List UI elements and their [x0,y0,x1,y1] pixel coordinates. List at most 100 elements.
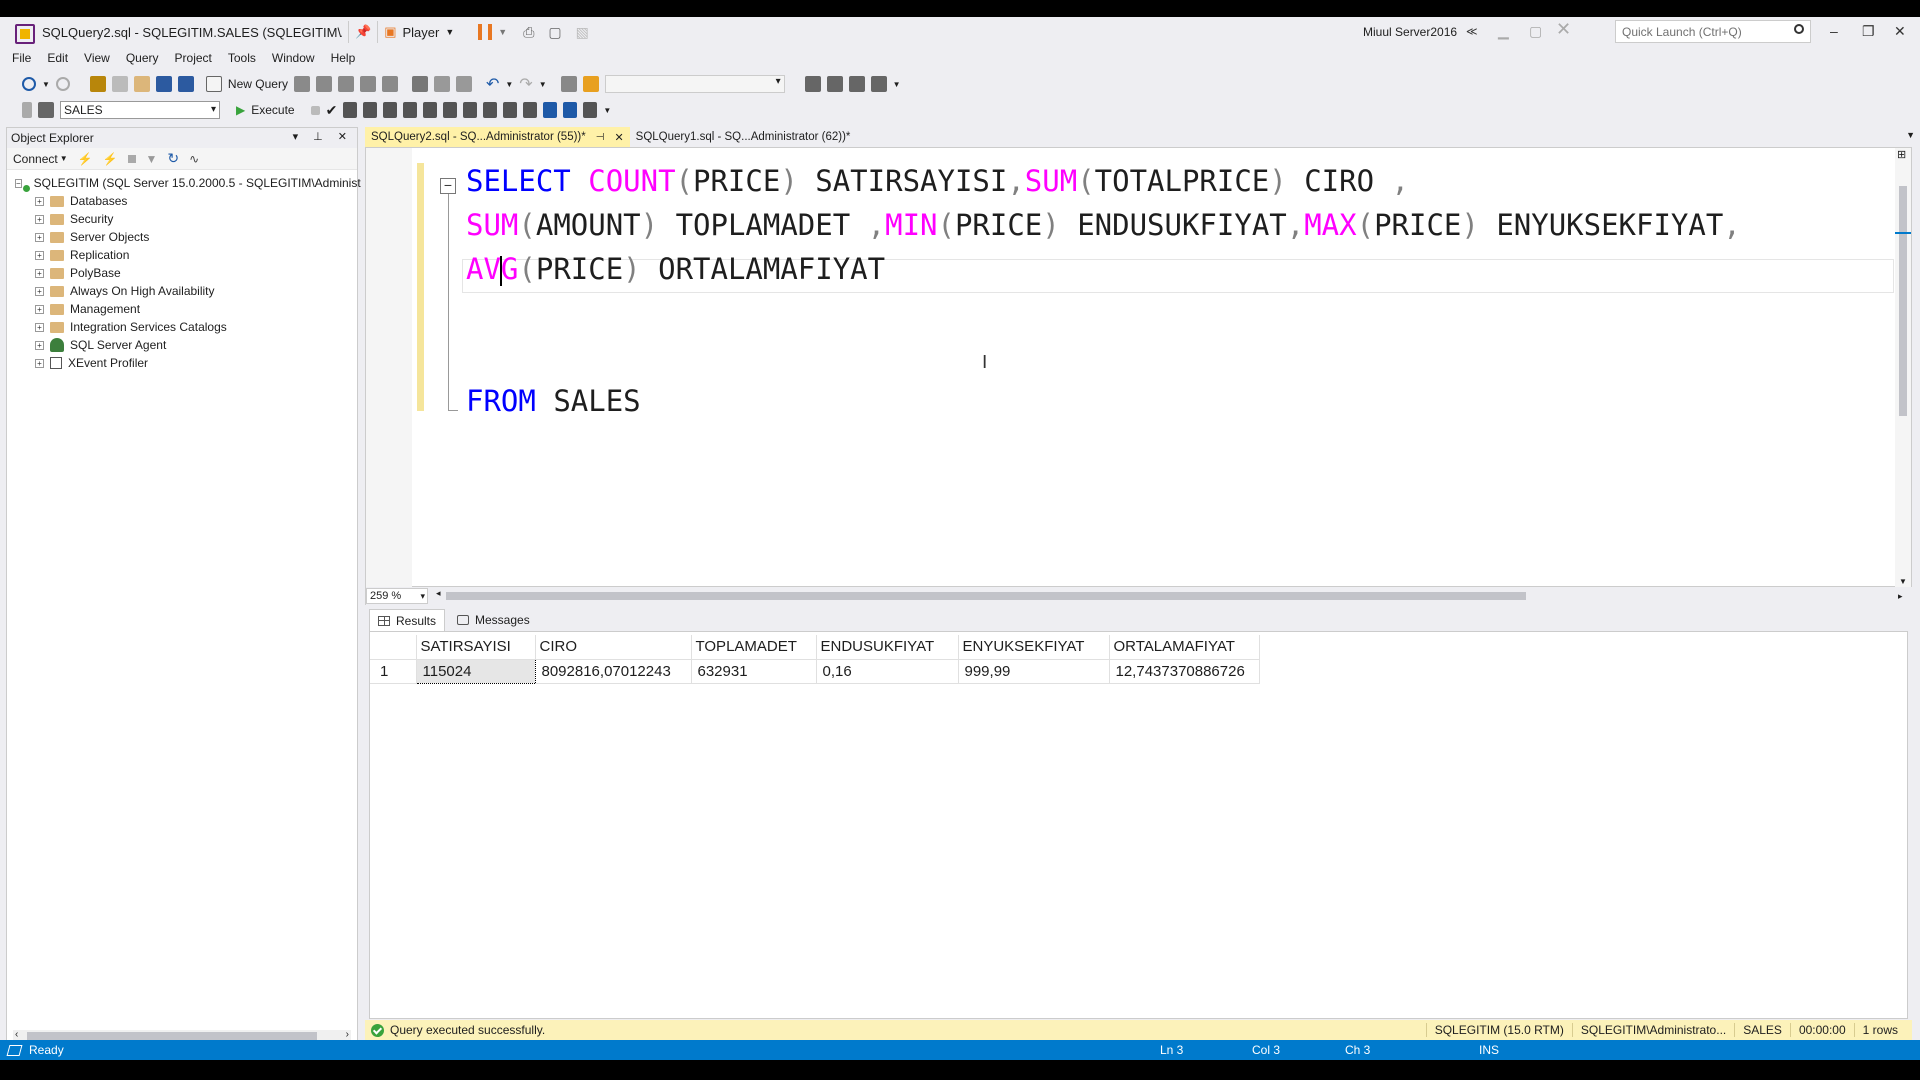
uncomment-icon[interactable] [523,102,538,118]
vm-maximize-icon[interactable]: ▢ [1529,23,1542,40]
stop-icon[interactable] [127,154,136,163]
tools-icon[interactable] [826,76,843,92]
properties-icon[interactable] [804,76,821,92]
connect-plug-icon[interactable]: ⚡ [78,152,93,166]
paste-icon[interactable] [455,76,472,92]
scroll-right-icon[interactable]: ▸ [1898,591,1903,602]
expand-icon[interactable]: + [35,196,44,206]
chevron-down-icon[interactable]: ▼ [505,80,513,89]
das-query-icon[interactable] [381,76,398,92]
db-engine-query-icon[interactable] [293,76,310,92]
back-icon[interactable] [22,77,36,91]
menu-window[interactable]: Window [264,51,323,65]
minimize-icon[interactable]: – [1830,23,1838,39]
results-to-grid-icon[interactable] [403,102,418,118]
tree-node-server-objects[interactable]: + Server Objects [7,228,357,246]
expand-icon[interactable]: + [35,268,44,278]
results-to-text-icon[interactable] [383,102,398,118]
scrollbar-thumb[interactable] [1899,186,1907,416]
copy-icon[interactable] [433,76,450,92]
tab-results[interactable]: Results [369,609,446,631]
menu-file[interactable]: File [4,51,39,65]
open-file-icon[interactable] [133,76,150,92]
toolbox-icon[interactable] [848,76,865,92]
save-icon[interactable] [155,76,172,92]
mdx-query-icon[interactable] [315,76,332,92]
expand-icon[interactable]: + [35,304,44,314]
redo-icon[interactable]: ↷ [519,74,532,94]
expand-icon[interactable]: + [35,232,44,242]
tab-messages[interactable]: Messages [449,609,538,631]
vm-minimize-icon[interactable]: ▁ [1498,23,1509,40]
parse-icon[interactable]: ✔ [326,102,338,119]
tree-node-always-on[interactable]: + Always On High Availability [7,282,357,300]
scrollbar-thumb[interactable] [446,592,1526,600]
filter-icon[interactable]: ▼ [146,152,158,166]
client-stats-icon[interactable] [483,102,498,118]
scroll-down-icon[interactable]: ▼ [1899,577,1907,586]
column-header[interactable]: SATIRSAYISI [416,635,536,660]
unity-icon[interactable]: ▧ [576,24,589,41]
scroll-right-icon[interactable]: › [346,1029,349,1040]
scrollbar-thumb[interactable] [27,1032,317,1040]
close-icon[interactable]: ✕ [1894,23,1906,40]
menu-project[interactable]: Project [167,51,220,65]
row-number[interactable]: 1 [370,659,417,684]
table-cell[interactable]: 999,99 [958,659,1110,684]
table-cell[interactable]: 115024 [415,658,536,684]
collapse-icon[interactable]: − [15,178,22,188]
column-header[interactable]: ENDUSUKFIYAT [816,635,959,660]
save-all-icon[interactable] [177,76,194,92]
execute-button[interactable]: Execute [251,103,294,117]
new-project-icon[interactable] [89,76,106,92]
tree-node-databases[interactable]: + Databases [7,192,357,210]
solution-platform-combo[interactable] [604,75,785,93]
refresh-icon[interactable]: ↻ [167,150,179,167]
table-cell[interactable]: 12,7437370886726 [1109,659,1260,684]
expand-icon[interactable]: + [35,358,44,368]
add-item-icon[interactable] [111,76,128,92]
tree-node-replication[interactable]: + Replication [7,246,357,264]
vm-close-icon[interactable]: ✕ [1556,19,1571,40]
tree-node-server[interactable]: − SQLEGITIM (SQL Server 15.0.2000.5 - SQ… [7,174,361,192]
connect-icon[interactable] [22,102,32,118]
database-select[interactable]: SALES [60,101,220,119]
indent-icon[interactable] [543,102,558,118]
restore-icon[interactable]: ❐ [1862,23,1875,40]
pin-icon[interactable]: 📌 [355,24,371,40]
stop-icon[interactable] [310,105,320,115]
display-plan-icon[interactable] [343,102,358,118]
expand-icon[interactable]: + [35,340,44,350]
disconnect-icon[interactable]: ⚡ [103,152,118,166]
execute-icon[interactable]: ▶ [236,103,245,117]
menu-edit[interactable]: Edit [39,51,76,65]
outdent-icon[interactable] [563,102,578,118]
expand-icon[interactable]: + [35,286,44,296]
expand-icon[interactable]: + [35,250,44,260]
player-menu[interactable]: ▣ Player ▼ [384,24,454,40]
scroll-left-icon[interactable]: ◂ [436,588,441,599]
column-header[interactable]: CIRO [535,635,692,660]
new-query-button[interactable]: New Query [228,77,288,91]
tree-node-sql-server-agent[interactable]: + SQL Server Agent [7,336,357,354]
chevron-down-icon[interactable]: ▼ [42,80,50,89]
chevron-down-icon[interactable]: ▼ [498,27,507,37]
specify-values-icon[interactable] [583,102,598,118]
menu-help[interactable]: Help [323,51,364,65]
pause-icon[interactable] [478,24,493,40]
collapse-toolbar-icon[interactable]: ≪ [1466,25,1478,38]
scroll-left-icon[interactable]: ‹ [15,1029,18,1040]
close-icon[interactable]: ✕ [614,131,623,144]
find-icon[interactable] [582,76,599,92]
send-keys-icon[interactable]: ⎙ [523,24,534,41]
tab-sqlquery1[interactable]: SQLQuery1.sql - SQ...Administrator (62))… [630,127,857,147]
window-layout-icon[interactable] [870,76,887,92]
live-stats-icon[interactable] [463,102,478,118]
change-connection-icon[interactable] [38,102,54,118]
chevron-down-icon[interactable]: ▼ [893,80,901,89]
tab-overflow-icon[interactable]: ▼ [1906,130,1915,140]
pin-icon[interactable]: ⊣ [596,132,605,143]
column-header[interactable]: ORTALAMAFIYAT [1109,635,1260,660]
tree-node-management[interactable]: + Management [7,300,357,318]
editor-horizontal-scrollbar[interactable]: ◂ [436,588,1886,602]
